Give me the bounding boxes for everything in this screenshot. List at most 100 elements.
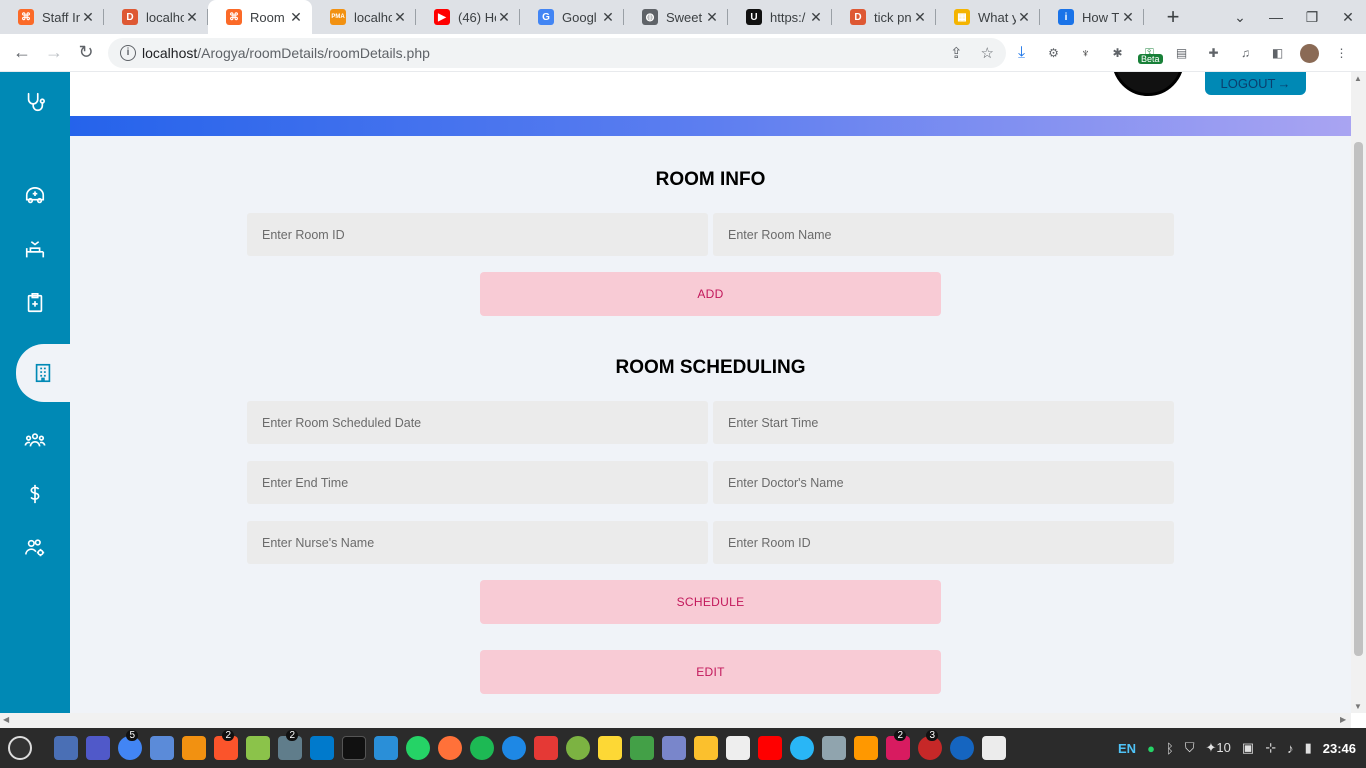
music-tray-icon[interactable]: ♪ — [1287, 741, 1294, 756]
glasses-icon[interactable]: 3 — [918, 730, 942, 760]
download-icon[interactable]: ⤓ — [1012, 44, 1031, 63]
profile-avatar[interactable] — [1300, 43, 1319, 63]
scroll-up-arrow-icon[interactable]: ▲ — [1354, 74, 1362, 83]
brave-icon[interactable]: 2 — [214, 730, 238, 760]
files-icon[interactable] — [150, 736, 174, 760]
side-panel-icon[interactable]: ◧ — [1268, 44, 1287, 63]
tab-search-icon[interactable]: ⌄ — [1222, 9, 1258, 26]
tab-close-icon[interactable]: ✕ — [288, 9, 304, 26]
bluetooth-tray-icon[interactable]: ᛒ — [1166, 741, 1174, 756]
location-icon[interactable] — [502, 736, 526, 760]
mail-icon[interactable]: 2 — [886, 730, 910, 760]
settings-extension-icon[interactable]: ⚙ — [1044, 44, 1063, 63]
whatsapp-icon[interactable] — [406, 736, 430, 760]
tab-close-icon[interactable]: ✕ — [496, 9, 512, 26]
browser-tab[interactable]: ◍ Sweet ✕ — [624, 0, 728, 34]
browser-tab[interactable]: Uhttps:/✕ — [728, 0, 832, 34]
telegram-icon[interactable] — [790, 736, 814, 760]
workspace-icon[interactable] — [694, 736, 718, 760]
sidebar-item-rooms[interactable] — [16, 344, 70, 402]
browser-tab[interactable]: ▶ (46) Ho✕ — [416, 0, 520, 34]
layers-icon[interactable] — [630, 736, 654, 760]
maximize-button[interactable]: ❐ — [1294, 9, 1330, 26]
tab-close-icon[interactable]: ✕ — [80, 9, 96, 26]
close-window-button[interactable]: ✕ — [1330, 9, 1366, 26]
menu-kebab-icon[interactable]: ⋮ — [1332, 44, 1351, 63]
show-desktop-icon[interactable] — [54, 736, 78, 760]
browser-tab[interactable]: PMA localho ✕ — [312, 0, 416, 34]
spotify-icon[interactable] — [470, 736, 494, 760]
whatsapp-tray-icon[interactable]: ● — [1147, 741, 1155, 756]
add-button[interactable]: ADD — [480, 272, 941, 316]
firefox-icon[interactable] — [438, 736, 462, 760]
share-icon[interactable]: ⇪ — [950, 44, 963, 62]
shield-tray-icon[interactable]: ⛉ — [1185, 740, 1195, 756]
keyboard-layout-indicator[interactable]: EN — [1118, 741, 1136, 756]
reload-button[interactable]: ↻ — [70, 42, 102, 63]
room-name-input[interactable] — [713, 213, 1174, 256]
logout-button[interactable]: LOGOUT → — [1205, 72, 1306, 95]
apps-grid-icon[interactable] — [566, 736, 590, 760]
sublime-icon[interactable] — [182, 736, 206, 760]
volume-tray-icon[interactable]: ✦10 — [1206, 740, 1231, 756]
gnome-extension-icon[interactable]: ♆ — [1076, 44, 1095, 63]
network-tray-icon[interactable]: ⊹ — [1265, 740, 1276, 756]
schedule-room-id-input[interactable] — [713, 521, 1174, 564]
sidebar-item-ambulance[interactable] — [0, 168, 70, 224]
tab-close-icon[interactable]: ✕ — [912, 9, 928, 26]
bluetooth-app-icon[interactable] — [950, 736, 974, 760]
media-control-icon[interactable]: ♫ — [1236, 44, 1255, 63]
tab-close-icon[interactable]: ✕ — [392, 9, 408, 26]
puzzle-extensions-icon[interactable]: ✚ — [1204, 44, 1223, 63]
system-monitor-icon[interactable] — [374, 736, 398, 760]
back-button[interactable]: ← — [6, 42, 38, 63]
tab-close-icon[interactable]: ✕ — [184, 9, 200, 26]
nurse-name-input[interactable] — [247, 521, 708, 564]
tab-close-icon[interactable]: ✕ — [1016, 9, 1032, 26]
address-bar[interactable]: i localhost/Arogya/roomDetails/roomDetai… — [108, 38, 1006, 68]
sidebar-item-users[interactable] — [0, 520, 70, 576]
horizontal-scrollbar[interactable]: ◀ ▶ — [0, 713, 1351, 728]
browser-tab[interactable]: Dtick pn ✕ — [832, 0, 936, 34]
sidebar-item-beds[interactable] — [0, 222, 70, 278]
tab-close-icon[interactable]: ✕ — [1120, 9, 1136, 26]
minimize-button[interactable]: — — [1258, 9, 1294, 25]
bookmark-star-icon[interactable]: ☆ — [981, 44, 994, 62]
clipboard-tray-icon[interactable]: ▣ — [1242, 740, 1254, 756]
scroll-right-arrow-icon[interactable]: ▶ — [1340, 715, 1346, 724]
sidebar-item-staff[interactable] — [0, 412, 70, 468]
sticky-notes-icon[interactable] — [598, 736, 622, 760]
browser-tab[interactable]: ⌘ Room ✕ — [208, 0, 312, 34]
youtube-icon[interactable] — [758, 736, 782, 760]
schedule-button[interactable]: SCHEDULE — [480, 580, 941, 624]
battery-tray-icon[interactable]: ▮ — [1305, 740, 1312, 756]
camera-icon[interactable] — [822, 736, 846, 760]
sidebar-item-records[interactable] — [0, 275, 70, 331]
browser-tab[interactable]: i How T ✕ — [1040, 0, 1144, 34]
tab-close-icon[interactable]: ✕ — [704, 9, 720, 26]
sidebar-item-doctors[interactable] — [0, 74, 70, 130]
mint-menu-icon[interactable] — [8, 736, 32, 760]
start-time-input[interactable] — [713, 401, 1174, 444]
vertical-scrollbar[interactable]: ▲ ▼ — [1351, 72, 1366, 713]
teams-icon[interactable] — [86, 736, 110, 760]
sidebar-item-billing[interactable] — [0, 466, 70, 522]
browser-tab[interactable]: G Googl ✕ — [520, 0, 624, 34]
settings-gear-icon[interactable] — [982, 736, 1006, 760]
new-tab-button[interactable]: + — [1158, 4, 1188, 30]
browser-tab[interactable]: Dlocalho ✕ — [104, 0, 208, 34]
document-extension-icon[interactable]: ▤ — [1172, 44, 1191, 63]
room-id-input[interactable] — [247, 213, 708, 256]
text-editor-icon[interactable]: 2 — [278, 730, 302, 760]
gimp-icon[interactable] — [246, 736, 270, 760]
scheduled-date-input[interactable] — [247, 401, 708, 444]
user-avatar[interactable] — [1112, 72, 1184, 96]
tab-close-icon[interactable]: ✕ — [600, 9, 616, 26]
scroll-down-arrow-icon[interactable]: ▼ — [1354, 702, 1362, 711]
browser-tab[interactable]: ⌘ Staff In ✕ — [0, 0, 104, 34]
scroll-left-arrow-icon[interactable]: ◀ — [3, 715, 9, 724]
chrome-icon[interactable]: 5 — [118, 730, 142, 760]
doctor-name-input[interactable] — [713, 461, 1174, 504]
forward-button[interactable]: → — [38, 42, 70, 63]
site-info-icon[interactable]: i — [120, 45, 136, 61]
